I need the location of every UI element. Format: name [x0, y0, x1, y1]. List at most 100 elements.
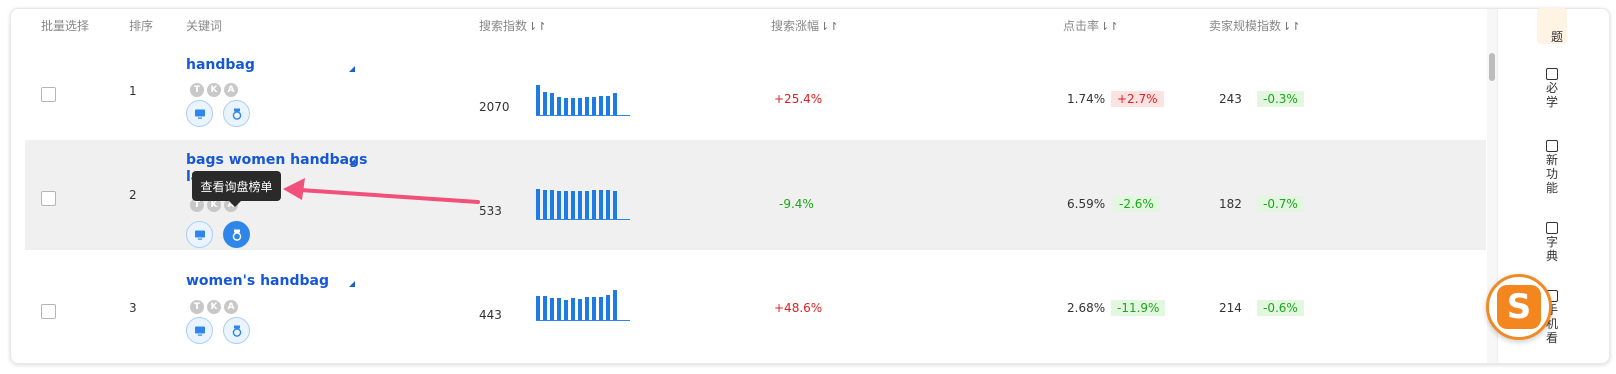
rank-value: 2 — [129, 188, 137, 202]
search-index-value: 533 — [479, 204, 502, 218]
sort-icon[interactable]: ⇂↾ — [1282, 20, 1300, 33]
rail-item-char: 功 — [1546, 167, 1559, 181]
sparkline-bar — [606, 190, 610, 219]
rail-top-item[interactable]: 题 — [1537, 8, 1567, 44]
row-checkbox[interactable] — [41, 87, 56, 102]
sparkline-bar — [592, 97, 596, 115]
sort-icon[interactable]: ⇂↾ — [820, 20, 838, 33]
sparkline-bar — [543, 92, 547, 115]
ctr-change-badge: -2.6% — [1113, 196, 1160, 212]
header-search-growth[interactable]: 搜索涨幅⇂↾ — [771, 17, 838, 34]
row-checkbox[interactable] — [41, 304, 56, 319]
desktop-icon-button[interactable] — [186, 100, 213, 127]
search-trend-sparkline — [536, 84, 630, 116]
medal-icon — [232, 229, 241, 241]
badge-a-icon: A — [224, 300, 238, 314]
s-logo-icon: S — [1497, 285, 1541, 329]
rail-item-char: 字 — [1546, 235, 1559, 249]
sparkline-bar — [585, 97, 589, 115]
seller-index-value: 182 — [1219, 197, 1242, 211]
rank-value: 1 — [129, 84, 137, 98]
sparkline-bar — [578, 299, 582, 320]
seller-change-badge: -0.7% — [1257, 196, 1304, 212]
sparkline-bar — [606, 96, 610, 115]
badge-t-icon: T — [190, 83, 204, 97]
sparkline-bar — [592, 297, 596, 320]
header-ctr-label: 点击率 — [1063, 19, 1100, 33]
sparkline-bar — [592, 190, 596, 219]
monitor-icon — [194, 326, 205, 336]
inquiry-rank-button[interactable] — [223, 317, 250, 344]
floating-assistant-button[interactable]: S — [1486, 274, 1552, 340]
scrollbar-thumb[interactable] — [1489, 53, 1495, 81]
expand-caret-icon[interactable] — [349, 66, 355, 72]
seller-index-value: 214 — [1219, 301, 1242, 315]
keyword-link[interactable]: women's handbag — [186, 273, 329, 289]
sparkline-bar — [543, 296, 547, 320]
inquiry-rank-button[interactable] — [223, 100, 250, 127]
seller-index-value: 243 — [1219, 92, 1242, 106]
seller-change-badge: -0.6% — [1257, 300, 1304, 316]
sparkline-bar — [613, 191, 617, 219]
header-search-index-label: 搜索指数 — [479, 19, 528, 33]
sparkline-bar — [536, 296, 540, 320]
sort-icon[interactable]: ⇂↾ — [1100, 20, 1118, 33]
keyword-link[interactable]: handbag — [186, 57, 255, 73]
badge-k-icon: K — [207, 300, 221, 314]
header-select: 批量选择 — [41, 19, 90, 33]
desktop-icon-button[interactable] — [186, 317, 213, 344]
rail-item-dictionary[interactable]: 字 典 — [1546, 222, 1558, 263]
sparkline-bar — [564, 300, 568, 320]
sparkline-bar — [536, 85, 540, 115]
header-seller-index[interactable]: 卖家规模指数⇂↾ — [1209, 17, 1300, 34]
search-trend-sparkline — [536, 188, 630, 220]
search-growth-value: +25.4% — [774, 92, 823, 106]
sparkline-bar — [613, 290, 617, 320]
badge-group: T K A — [190, 300, 238, 314]
badge-t-icon: T — [190, 300, 204, 314]
play-icon — [1546, 140, 1558, 152]
expand-caret-icon[interactable] — [349, 159, 355, 165]
rail-item-char: 必 — [1546, 81, 1559, 95]
header-seller-index-label: 卖家规模指数 — [1209, 19, 1282, 33]
expand-caret-icon[interactable] — [349, 281, 355, 287]
inquiry-rank-tooltip: 查看询盘榜单 — [192, 171, 281, 201]
header-search-index[interactable]: 搜索指数⇂↾ — [479, 17, 546, 34]
sparkline-bar — [585, 191, 589, 219]
tooltip-pointer — [229, 201, 241, 207]
header-rank: 排序 — [129, 19, 154, 33]
sparkline-bar — [550, 190, 554, 219]
sparkline-bar — [550, 298, 554, 320]
ctr-value: 2.68% — [1067, 301, 1106, 315]
search-trend-sparkline — [536, 289, 630, 321]
sparkline-bar — [557, 97, 561, 115]
header-ctr[interactable]: 点击率⇂↾ — [1063, 17, 1118, 34]
keyword-link[interactable]: bags women handbags — [186, 152, 367, 168]
rail-top-label: 题 — [1551, 30, 1564, 44]
sparkline-bar — [578, 98, 582, 115]
medal-icon — [232, 325, 241, 337]
book-icon — [1546, 68, 1558, 80]
sparkline-bar — [571, 98, 575, 115]
sparkline-bar — [564, 191, 568, 219]
rail-item-char: 学 — [1546, 95, 1559, 109]
sparkline-bar — [550, 93, 554, 115]
ctr-change-badge: -11.9% — [1111, 300, 1166, 316]
row-checkbox[interactable] — [41, 191, 56, 206]
ctr-value: 1.74% — [1067, 92, 1106, 106]
sparkline-bar — [571, 298, 575, 320]
sparkline-bar — [599, 96, 603, 115]
sparkline-bar — [557, 191, 561, 219]
desktop-icon-button[interactable] — [186, 221, 213, 248]
sparkline-bar — [585, 297, 589, 320]
ctr-change-badge: +2.7% — [1111, 91, 1164, 107]
sort-icon[interactable]: ⇂↾ — [528, 20, 546, 33]
rail-item-must-learn[interactable]: 必 学 — [1546, 68, 1558, 109]
rail-item-new-features[interactable]: 新 功 能 — [1546, 140, 1558, 195]
rail-item-char: 看 — [1546, 331, 1559, 345]
inquiry-rank-button[interactable] — [223, 221, 250, 248]
table-row: 1 handbag T K A 2070 +25.4% 1.74% +2.7% … — [25, 39, 1486, 149]
sparkline-bar — [599, 297, 603, 320]
seller-change-badge: -0.3% — [1257, 91, 1304, 107]
rail-item-char: 能 — [1546, 181, 1559, 195]
